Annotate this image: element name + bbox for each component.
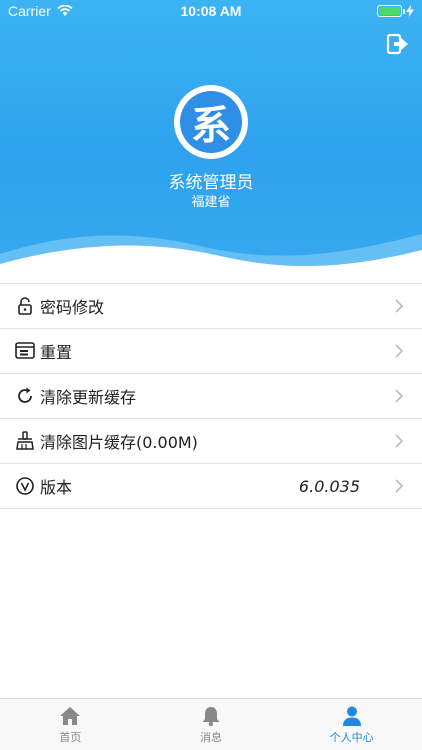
refresh-icon: [18, 387, 32, 403]
tab-label: 消息: [200, 730, 222, 744]
user-region: 福建省: [191, 195, 231, 210]
header-wave: [0, 234, 422, 282]
menu-label: 版本: [40, 478, 73, 497]
lock-icon: [18, 297, 32, 315]
chevron-right-icon: [395, 389, 404, 403]
menu-item-password[interactable]: 密码修改: [0, 284, 422, 329]
person-icon: [342, 706, 361, 726]
settings-menu: 密码修改 重置 清除更新缓存 清除图片缓存(0.00M) 版本 6.0.035: [0, 283, 422, 509]
menu-item-clear-image-cache[interactable]: 清除图片缓存(0.00M): [0, 419, 422, 464]
menu-label: 清除图片缓存(0.00M): [40, 433, 198, 452]
version-icon: [16, 477, 34, 495]
avatar-char: 系: [191, 103, 231, 149]
tab-bar: 首页 消息 个人中心: [0, 698, 422, 750]
chevron-right-icon: [395, 299, 404, 313]
menu-item-version[interactable]: 版本 6.0.035: [0, 464, 422, 509]
charging-icon: [406, 5, 414, 17]
battery-icon: [377, 5, 405, 17]
status-bar: Carrier 10:08 AM: [0, 0, 422, 22]
brush-icon: [16, 431, 34, 450]
menu-label: 重置: [40, 343, 73, 362]
reset-icon: [15, 342, 35, 359]
menu-label: 密码修改: [40, 298, 105, 317]
menu-item-reset[interactable]: 重置: [0, 329, 422, 374]
profile-header: 系 系统管理员 福建省: [0, 0, 422, 282]
tab-profile[interactable]: 个人中心: [281, 699, 422, 750]
tab-home[interactable]: 首页: [0, 699, 141, 750]
logout-icon[interactable]: [386, 32, 410, 56]
chevron-right-icon: [395, 344, 404, 358]
bell-icon: [202, 706, 220, 726]
version-value: 6.0.035: [298, 476, 360, 496]
chevron-right-icon: [395, 479, 404, 493]
tab-label: 首页: [59, 730, 82, 744]
user-name: 系统管理员: [168, 173, 254, 193]
avatar-inner: 系: [180, 91, 242, 153]
avatar: 系: [174, 85, 248, 159]
chevron-right-icon: [395, 434, 404, 448]
carrier-label: Carrier: [8, 3, 51, 19]
menu-label: 清除更新缓存: [40, 388, 137, 407]
menu-item-clear-update-cache[interactable]: 清除更新缓存: [0, 374, 422, 419]
tab-label: 个人中心: [329, 730, 374, 744]
home-icon: [60, 706, 81, 725]
wifi-icon: [57, 5, 73, 16]
tab-messages[interactable]: 消息: [141, 699, 282, 750]
